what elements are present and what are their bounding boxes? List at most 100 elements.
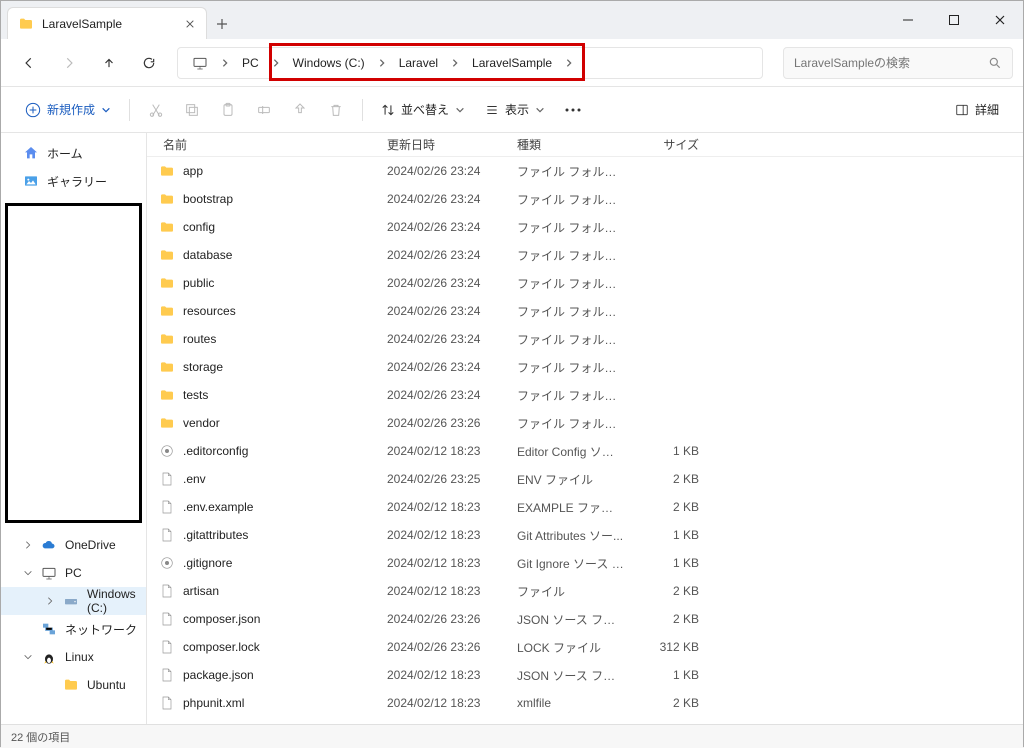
- close-tab-button[interactable]: [184, 18, 196, 30]
- breadcrumb-segment[interactable]: LaravelSample: [464, 50, 560, 76]
- file-date: 2024/02/26 23:26: [387, 640, 517, 654]
- details-button[interactable]: 詳細: [947, 94, 1007, 126]
- table-row[interactable]: .gitignore2024/02/12 18:23Git Ignore ソース…: [147, 549, 1023, 577]
- cut-button[interactable]: [140, 94, 172, 126]
- window-controls: [885, 1, 1023, 39]
- col-size[interactable]: サイズ: [625, 136, 699, 153]
- file-type: ファイル: [517, 583, 625, 600]
- file-name: phpunit.xml: [183, 696, 244, 710]
- table-row[interactable]: tests2024/02/26 23:24ファイル フォルダー: [147, 381, 1023, 409]
- drive-icon: [63, 593, 79, 609]
- folder-icon: [159, 219, 175, 235]
- file-size: 1 KB: [625, 528, 699, 542]
- close-button[interactable]: [977, 1, 1023, 39]
- column-headers[interactable]: 名前 更新日時 種類 サイズ: [147, 133, 1023, 157]
- tab[interactable]: LaravelSample: [7, 7, 207, 39]
- view-button[interactable]: 表示: [477, 94, 553, 126]
- chevron-right-icon[interactable]: [216, 58, 234, 68]
- breadcrumb-pc[interactable]: PC: [234, 50, 267, 76]
- file-icon: [159, 639, 175, 655]
- file-name: database: [183, 248, 232, 262]
- minimize-button[interactable]: [885, 1, 931, 39]
- new-tab-button[interactable]: [207, 9, 237, 39]
- table-row[interactable]: routes2024/02/26 23:24ファイル フォルダー: [147, 325, 1023, 353]
- sidebar-item-ubuntu[interactable]: Ubuntu: [1, 671, 146, 699]
- table-row[interactable]: composer.lock2024/02/26 23:26LOCK ファイル31…: [147, 633, 1023, 661]
- col-name[interactable]: 名前: [159, 136, 387, 153]
- home-icon: [23, 145, 39, 161]
- table-row[interactable]: storage2024/02/26 23:24ファイル フォルダー: [147, 353, 1023, 381]
- table-row[interactable]: resources2024/02/26 23:24ファイル フォルダー: [147, 297, 1023, 325]
- chevron-right-icon[interactable]: [267, 58, 285, 68]
- table-row[interactable]: bootstrap2024/02/26 23:24ファイル フォルダー: [147, 185, 1023, 213]
- file-icon: [159, 611, 175, 627]
- search-input[interactable]: [794, 56, 988, 70]
- more-button[interactable]: [557, 94, 589, 126]
- paste-button[interactable]: [212, 94, 244, 126]
- share-button[interactable]: [284, 94, 316, 126]
- folder-icon: [159, 303, 175, 319]
- file-icon: [159, 667, 175, 683]
- chevron-right-icon[interactable]: [446, 58, 464, 68]
- breadcrumb-segment[interactable]: Laravel: [391, 50, 446, 76]
- folder-icon: [159, 415, 175, 431]
- table-row[interactable]: .gitattributes2024/02/12 18:23Git Attrib…: [147, 521, 1023, 549]
- sidebar-item-home[interactable]: ホーム: [1, 139, 146, 167]
- file-name: .gitattributes: [183, 528, 248, 542]
- table-row[interactable]: .env2024/02/26 23:25ENV ファイル2 KB: [147, 465, 1023, 493]
- chevron-right-icon[interactable]: [373, 58, 391, 68]
- table-row[interactable]: phpunit.xml2024/02/12 18:23xmlfile2 KB: [147, 689, 1023, 717]
- search-box[interactable]: [783, 47, 1013, 79]
- back-button[interactable]: [11, 45, 47, 81]
- file-type: EXAMPLE ファイル: [517, 499, 625, 516]
- file-list[interactable]: 名前 更新日時 種類 サイズ app2024/02/26 23:24ファイル フ…: [147, 133, 1023, 724]
- sidebar-item-gallery[interactable]: ギャラリー: [1, 167, 146, 195]
- file-name: .gitignore: [183, 556, 232, 570]
- table-row[interactable]: app2024/02/26 23:24ファイル フォルダー: [147, 157, 1023, 185]
- file-name: app: [183, 164, 203, 178]
- sidebar-item-pc[interactable]: PC: [1, 559, 146, 587]
- file-date: 2024/02/12 18:23: [387, 668, 517, 682]
- table-row[interactable]: .editorconfig2024/02/12 18:23Editor Conf…: [147, 437, 1023, 465]
- table-row[interactable]: .env.example2024/02/12 18:23EXAMPLE ファイル…: [147, 493, 1023, 521]
- table-row[interactable]: config2024/02/26 23:24ファイル フォルダー: [147, 213, 1023, 241]
- tab-title: LaravelSample: [42, 17, 176, 31]
- sidebar-item-network[interactable]: ネットワーク: [1, 615, 146, 643]
- folder-icon: [159, 387, 175, 403]
- search-icon: [988, 56, 1002, 70]
- col-date[interactable]: 更新日時: [387, 136, 517, 153]
- table-row[interactable]: public2024/02/26 23:24ファイル フォルダー: [147, 269, 1023, 297]
- pc-icon[interactable]: [184, 49, 216, 77]
- network-icon: [41, 621, 57, 637]
- col-type[interactable]: 種類: [517, 136, 625, 153]
- file-type: ファイル フォルダー: [517, 359, 625, 376]
- file-name: resources: [183, 304, 236, 318]
- sort-button[interactable]: 並べ替え: [373, 94, 473, 126]
- table-row[interactable]: artisan2024/02/12 18:23ファイル2 KB: [147, 577, 1023, 605]
- file-date: 2024/02/26 23:24: [387, 332, 517, 346]
- file-date: 2024/02/26 23:24: [387, 360, 517, 374]
- file-type: JSON ソース ファイル: [517, 611, 625, 628]
- file-type: ファイル フォルダー: [517, 415, 625, 432]
- forward-button[interactable]: [51, 45, 87, 81]
- table-row[interactable]: composer.json2024/02/26 23:26JSON ソース ファ…: [147, 605, 1023, 633]
- new-button[interactable]: 新規作成: [17, 94, 119, 126]
- sidebar-item-linux[interactable]: Linux: [1, 643, 146, 671]
- breadcrumb: PC Windows (C:) Laravel LaravelSample: [177, 47, 763, 79]
- breadcrumb-segment[interactable]: Windows (C:): [285, 50, 373, 76]
- maximize-button[interactable]: [931, 1, 977, 39]
- sidebar-item-onedrive[interactable]: OneDrive: [1, 531, 146, 559]
- rename-button[interactable]: [248, 94, 280, 126]
- file-size: 2 KB: [625, 612, 699, 626]
- chevron-right-icon[interactable]: [560, 58, 578, 68]
- file-type: ファイル フォルダー: [517, 331, 625, 348]
- table-row[interactable]: package.json2024/02/12 18:23JSON ソース ファイ…: [147, 661, 1023, 689]
- table-row[interactable]: database2024/02/26 23:24ファイル フォルダー: [147, 241, 1023, 269]
- sidebar-item-windows-c[interactable]: Windows (C:): [1, 587, 146, 615]
- folder-icon: [159, 275, 175, 291]
- up-button[interactable]: [91, 45, 127, 81]
- refresh-button[interactable]: [131, 45, 167, 81]
- copy-button[interactable]: [176, 94, 208, 126]
- delete-button[interactable]: [320, 94, 352, 126]
- table-row[interactable]: vendor2024/02/26 23:26ファイル フォルダー: [147, 409, 1023, 437]
